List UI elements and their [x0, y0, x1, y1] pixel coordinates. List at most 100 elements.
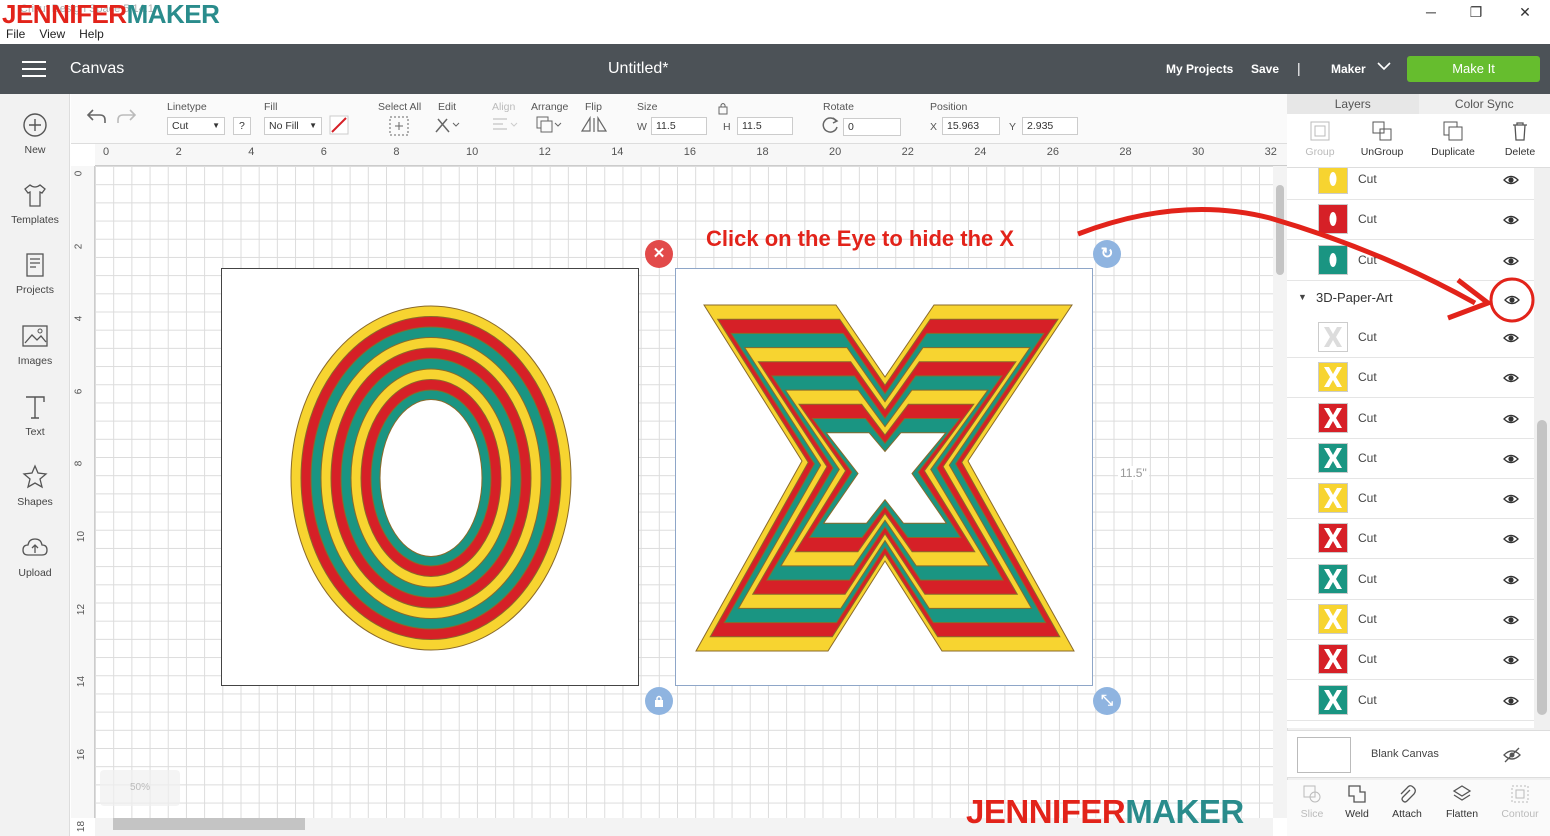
resize-handle-icon[interactable]: ⤡: [1093, 687, 1121, 715]
eye-icon[interactable]: [1503, 572, 1519, 588]
sidebar-item-text[interactable]: Text: [0, 392, 70, 438]
redo-icon[interactable]: [116, 106, 138, 131]
sidebar-item-upload[interactable]: Upload: [0, 533, 70, 579]
layer-row[interactable]: Cut: [1287, 479, 1534, 520]
eye-icon[interactable]: [1503, 411, 1519, 427]
layer-row[interactable]: Cut: [1287, 600, 1534, 640]
x-position-input[interactable]: 15.963: [942, 117, 1000, 135]
linetype-select[interactable]: Cut ▼: [167, 117, 225, 135]
layer-row[interactable]: Cut: [1287, 519, 1534, 560]
fill-color-swatch-icon[interactable]: [329, 115, 349, 140]
minimize-button[interactable]: ─: [1420, 4, 1442, 22]
chevron-down-icon[interactable]: [1376, 58, 1392, 77]
rotate-handle-icon[interactable]: ↻: [1093, 240, 1121, 268]
sidebar-item-images[interactable]: Images: [0, 321, 70, 367]
linetype-help-button[interactable]: ?: [233, 117, 251, 135]
layer-row[interactable]: Cut: [1287, 318, 1534, 358]
sidebar-item-projects[interactable]: Projects: [0, 250, 70, 296]
edit-tools-icon[interactable]: [433, 115, 461, 140]
eye-hidden-icon[interactable]: [1503, 747, 1521, 763]
arrange-icon[interactable]: [535, 115, 563, 140]
y-position-input[interactable]: 2.935: [1022, 117, 1078, 135]
ruler-tick-label: 12: [76, 603, 88, 615]
layer-row[interactable]: Cut: [1287, 640, 1534, 681]
sidebar-item-templates[interactable]: Templates: [0, 180, 70, 226]
hamburger-menu-icon[interactable]: [22, 61, 46, 77]
layer-group-3d-paper-art[interactable]: ▼ 3D-Paper-Art: [1287, 285, 1534, 315]
eye-icon[interactable]: [1503, 612, 1519, 628]
x-label: X: [930, 121, 938, 133]
machine-selector[interactable]: Maker: [1331, 62, 1366, 76]
attach-button[interactable]: Attach: [1382, 784, 1432, 820]
zoom-control[interactable]: 50%: [100, 770, 180, 806]
delete-handle-icon[interactable]: ✕: [645, 240, 673, 268]
close-window-button[interactable]: ✕: [1514, 4, 1536, 22]
slice-button[interactable]: Slice: [1287, 784, 1337, 820]
layer-thumbnail: [1318, 204, 1348, 235]
shapes-icon: [22, 464, 48, 489]
eye-icon[interactable]: [1503, 693, 1519, 709]
image-icon: [22, 325, 48, 347]
collapse-triangle-icon[interactable]: ▼: [1298, 292, 1307, 302]
menu-file[interactable]: File: [6, 27, 25, 41]
rotate-input[interactable]: 0: [843, 118, 901, 136]
layer-row[interactable]: Cut: [1287, 681, 1534, 721]
eye-icon[interactable]: [1503, 531, 1519, 547]
width-input[interactable]: 11.5: [651, 117, 707, 135]
layers-scroll-thumb[interactable]: [1537, 420, 1547, 715]
ruler-tick-label: 0: [103, 146, 110, 158]
layer-row[interactable]: Cut: [1287, 560, 1534, 600]
eye-icon[interactable]: [1503, 330, 1519, 346]
letter-x-artwork[interactable]: [675, 268, 1093, 686]
eye-icon[interactable]: [1503, 172, 1519, 188]
canvas-horizontal-scroll-thumb[interactable]: [113, 818, 305, 830]
blank-canvas-row[interactable]: Blank Canvas: [1287, 730, 1550, 778]
make-it-button[interactable]: Make It: [1407, 56, 1540, 82]
sidebar-item-shapes[interactable]: Shapes: [0, 462, 70, 508]
layer-thumbnail: [1318, 442, 1348, 473]
my-projects-button[interactable]: My Projects: [1166, 62, 1233, 76]
layer-row[interactable]: Cut: [1287, 358, 1534, 399]
layer-row[interactable]: Cut: [1287, 168, 1534, 200]
eye-icon[interactable]: [1503, 253, 1519, 269]
flip-icon[interactable]: [579, 115, 609, 140]
menu-help[interactable]: Help: [79, 27, 104, 41]
eye-icon[interactable]: [1503, 451, 1519, 467]
layer-row[interactable]: Cut: [1287, 241, 1534, 281]
group-button[interactable]: Group: [1287, 120, 1353, 158]
fill-select[interactable]: No Fill ▼: [264, 117, 322, 135]
ruler-tick-label: 16: [683, 146, 697, 158]
layer-thumbnail: [1318, 523, 1348, 554]
contour-button[interactable]: Contour: [1495, 784, 1545, 820]
group-eye-icon[interactable]: [1504, 292, 1520, 308]
delete-button[interactable]: Delete: [1487, 120, 1550, 158]
lock-aspect-icon[interactable]: [716, 101, 730, 120]
flatten-button[interactable]: Flatten: [1437, 784, 1487, 820]
layer-row[interactable]: Cut: [1287, 200, 1534, 241]
letter-o-artwork[interactable]: [221, 268, 639, 686]
layer-row[interactable]: Cut: [1287, 399, 1534, 439]
layer-row[interactable]: Cut: [1287, 439, 1534, 479]
height-input[interactable]: 11.5: [737, 117, 793, 135]
eye-icon[interactable]: [1503, 491, 1519, 507]
restore-button[interactable]: ❐: [1465, 4, 1487, 22]
duplicate-button[interactable]: Duplicate: [1420, 120, 1486, 158]
select-all-icon[interactable]: [388, 115, 410, 142]
weld-button[interactable]: Weld: [1332, 784, 1382, 820]
sidebar-item-new[interactable]: New: [0, 110, 70, 156]
lock-handle-icon[interactable]: [645, 687, 673, 715]
eye-icon[interactable]: [1503, 212, 1519, 228]
tab-color-sync[interactable]: Color Sync: [1419, 94, 1550, 114]
tab-layers[interactable]: Layers: [1287, 94, 1419, 114]
horizontal-ruler: 0 2 4 6 8 10 12 14 16 18 20 22 24 26 28 30 32: [95, 144, 1287, 166]
eye-icon[interactable]: [1503, 652, 1519, 668]
blank-canvas-swatch[interactable]: [1297, 737, 1351, 773]
undo-icon[interactable]: [85, 106, 107, 131]
save-button[interactable]: Save: [1251, 62, 1279, 76]
menu-view[interactable]: View: [39, 27, 65, 41]
ungroup-button[interactable]: UnGroup: [1349, 120, 1415, 158]
canvas-vertical-scroll-thumb[interactable]: [1276, 185, 1284, 275]
layer-list: Cut Cut Cut ▼ 3D-Paper-Art Cut Cut Cut Cut Cut Cut…: [1287, 168, 1534, 728]
eye-icon[interactable]: [1503, 370, 1519, 386]
cloud-upload-icon: [22, 538, 48, 556]
